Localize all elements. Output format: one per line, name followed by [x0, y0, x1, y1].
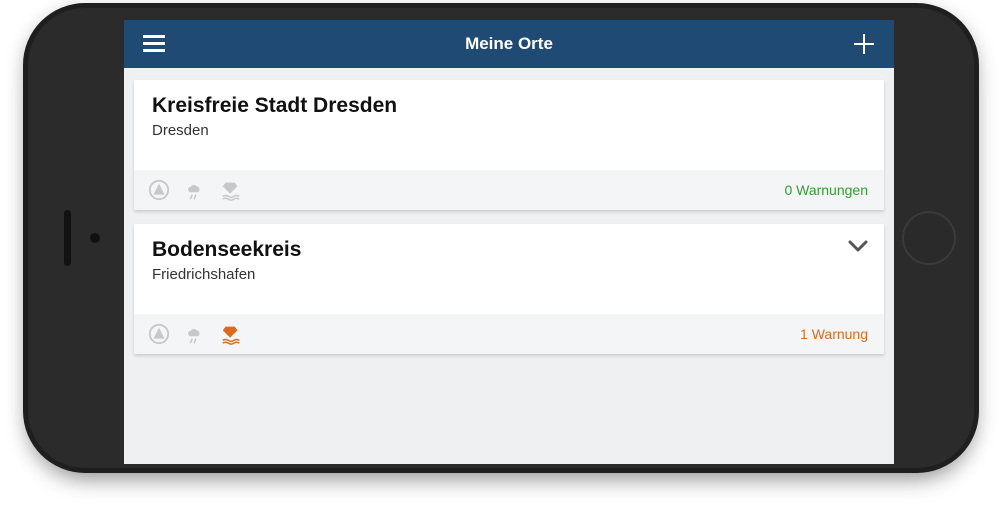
content-area: Kreisfreie Stadt Dresden Dresden 0 Warnu…	[124, 68, 894, 354]
place-card-header: Bodenseekreis Friedrichshafen	[134, 224, 884, 314]
warning-icons	[148, 179, 242, 201]
place-subtitle: Friedrichshafen	[152, 266, 866, 283]
flood-icon	[220, 323, 242, 345]
civil-protection-icon	[148, 179, 170, 201]
place-card[interactable]: Kreisfreie Stadt Dresden Dresden 0 Warnu…	[134, 80, 884, 210]
expand-button[interactable]	[848, 240, 868, 259]
phone-speaker	[64, 210, 71, 266]
place-card[interactable]: Bodenseekreis Friedrichshafen 1 Warnung	[134, 224, 884, 354]
warning-icons	[148, 323, 242, 345]
place-title: Kreisfreie Stadt Dresden	[152, 94, 866, 118]
chevron-down-icon	[848, 240, 868, 254]
add-place-button[interactable]	[850, 30, 878, 58]
home-button[interactable]	[902, 211, 956, 265]
phone-frame: Meine Orte Kreisfreie Stadt Dresden Dres…	[23, 3, 979, 473]
civil-protection-icon	[148, 323, 170, 345]
warning-count: 0 Warnungen	[784, 182, 868, 198]
app-screen: Meine Orte Kreisfreie Stadt Dresden Dres…	[124, 20, 894, 464]
flood-icon	[220, 179, 242, 201]
place-card-footer: 1 Warnung	[134, 314, 884, 354]
page-title: Meine Orte	[465, 34, 553, 54]
phone-frame-inner: Meine Orte Kreisfreie Stadt Dresden Dres…	[28, 8, 974, 468]
place-title: Bodenseekreis	[152, 238, 866, 262]
hamburger-icon	[143, 35, 165, 53]
place-card-header: Kreisfreie Stadt Dresden Dresden	[134, 80, 884, 170]
plus-icon	[854, 34, 874, 54]
place-card-footer: 0 Warnungen	[134, 170, 884, 210]
place-subtitle: Dresden	[152, 122, 866, 139]
phone-camera	[90, 233, 100, 243]
warning-count: 1 Warnung	[800, 326, 868, 342]
navbar: Meine Orte	[124, 20, 894, 68]
weather-icon	[184, 179, 206, 201]
menu-button[interactable]	[140, 30, 168, 58]
weather-icon	[184, 323, 206, 345]
